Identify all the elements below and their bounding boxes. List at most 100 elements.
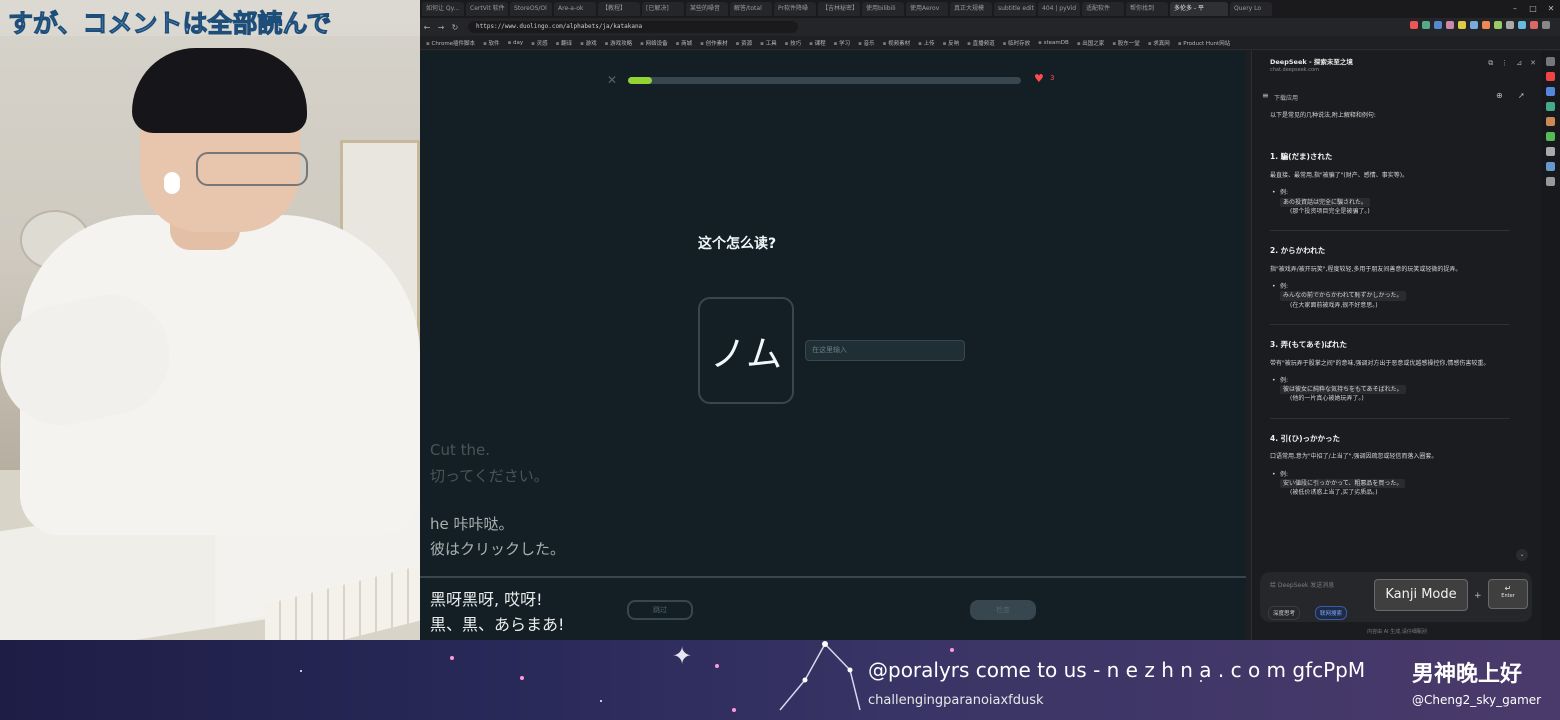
reload-icon[interactable]: ↻: [448, 23, 462, 32]
bookmark[interactable]: 翻译: [556, 39, 572, 47]
extension-icon[interactable]: [1470, 21, 1478, 29]
extension-icon[interactable]: [1542, 21, 1550, 29]
browser-tab[interactable]: 使用Aerov: [906, 2, 948, 16]
open-tab-icon[interactable]: ⧉: [1488, 59, 1493, 68]
check-button[interactable]: 检查: [970, 600, 1036, 620]
rail-icon[interactable]: [1546, 87, 1555, 96]
response-heading: 4. 引(ひ)っかかった: [1270, 433, 1341, 443]
extension-icon[interactable]: [1518, 21, 1526, 29]
browser-tab[interactable]: 使用bilibili: [862, 2, 904, 16]
extension-icon[interactable]: [1434, 21, 1442, 29]
rail-icon[interactable]: [1546, 102, 1555, 111]
bookmark[interactable]: 直播频道: [967, 39, 995, 47]
rail-icon[interactable]: [1546, 177, 1555, 186]
bookmark[interactable]: steamDB: [1038, 40, 1069, 46]
bookmark[interactable]: 临时存放: [1003, 39, 1030, 47]
bookmark[interactable]: 资源: [736, 39, 752, 47]
bookmark[interactable]: 网络设备: [640, 39, 668, 47]
browser-tab-active[interactable]: 多伦多 - 平: [1170, 2, 1228, 16]
browser-tab[interactable]: 404 | pyVid: [1038, 2, 1080, 16]
bookmark[interactable]: 课程: [809, 39, 826, 47]
new-chat-icon[interactable]: ⊕: [1496, 91, 1503, 100]
rail-icon[interactable]: [1546, 57, 1555, 66]
browser-tab[interactable]: CertVit 软件: [466, 2, 508, 16]
browser-tab[interactable]: subtitle edit: [994, 2, 1036, 16]
more-icon[interactable]: ⋮: [1501, 59, 1508, 68]
bookmark[interactable]: 学习: [834, 39, 850, 47]
browser-tab[interactable]: 【教程】: [598, 2, 640, 16]
bookmark[interactable]: 灵感: [531, 39, 548, 47]
rail-icon[interactable]: [1546, 117, 1555, 126]
browser-tab[interactable]: 适配软件: [1082, 2, 1124, 16]
bookmark[interactable]: 软件: [483, 39, 500, 47]
browser-tab[interactable]: [已解决]: [642, 2, 684, 16]
bookmark[interactable]: 股东一堂: [1112, 39, 1140, 47]
response-desc: 口语常用,意为"中招了/上当了",强调因疏忽或轻信而落入圈套。: [1270, 453, 1438, 461]
browser-tab[interactable]: 某些的噪音: [686, 2, 728, 16]
bookmark[interactable]: day: [508, 40, 523, 46]
browser-tab[interactable]: 真正大规模: [950, 2, 992, 16]
extension-icon[interactable]: [1458, 21, 1466, 29]
extension-icon[interactable]: [1506, 21, 1514, 29]
bookmark[interactable]: 音乐: [858, 39, 875, 47]
bookmark[interactable]: 技巧: [785, 39, 801, 47]
share-icon[interactable]: ➚: [1518, 91, 1525, 100]
bookmark[interactable]: Chrome插件脚本: [426, 39, 475, 47]
stream-frame: すが、コメントは全部読んで 如何让 Qy... CertVit 软件 Store…: [0, 0, 1560, 720]
extension-icon[interactable]: [1410, 21, 1418, 29]
close-panel-icon[interactable]: ✕: [1530, 59, 1536, 68]
download-app-link[interactable]: 下载应用: [1274, 93, 1298, 102]
enter-key-label: Enter: [1501, 593, 1515, 599]
deep-think-toggle[interactable]: 深度思考: [1268, 606, 1301, 620]
chat-input-box[interactable]: 给 DeepSeek 发送消息 深度思考 联网搜索 Kanji Mode + ↵…: [1260, 572, 1532, 622]
answer-input[interactable]: 在这里输入: [805, 340, 965, 361]
extension-icon[interactable]: [1422, 21, 1430, 29]
extension-icon[interactable]: [1446, 21, 1454, 29]
tab-strip: 如何让 Qy... CertVit 软件 StoreOS/Ol Are-a-ok…: [420, 0, 1560, 18]
scroll-down-icon[interactable]: ⌄: [1516, 549, 1528, 561]
rail-icon[interactable]: [1546, 72, 1555, 81]
extension-icon[interactable]: [1482, 21, 1490, 29]
browser-tab[interactable]: Are-a-ok: [554, 2, 596, 16]
side-panel-rail: [1541, 51, 1560, 640]
webcam-feed: すが、コメントは全部読んで: [0, 0, 420, 640]
bookmark[interactable]: 游戏: [580, 39, 597, 47]
maximize-icon[interactable]: □: [1524, 0, 1542, 18]
browser-tab[interactable]: 解答/total: [730, 2, 772, 16]
browser-tab[interactable]: Pr软件降噪: [774, 2, 816, 16]
bookmark[interactable]: 商城: [676, 39, 692, 47]
rail-icon[interactable]: [1546, 147, 1555, 156]
browser-tab[interactable]: 帮你找到: [1126, 2, 1168, 16]
browser-tab[interactable]: Query Lo: [1230, 2, 1272, 16]
extension-icon[interactable]: [1530, 21, 1538, 29]
bookmark[interactable]: 工具: [760, 39, 777, 47]
extension-icon[interactable]: [1494, 21, 1502, 29]
bookmark[interactable]: 出国之家: [1077, 39, 1104, 47]
bookmark[interactable]: 反响: [943, 39, 959, 47]
web-search-toggle[interactable]: 联网搜索: [1315, 606, 1348, 620]
rail-icon[interactable]: [1546, 132, 1555, 141]
browser-tab[interactable]: StoreOS/Ol: [510, 2, 552, 16]
bookmark[interactable]: 视频素材: [883, 39, 910, 47]
back-icon[interactable]: ←: [420, 23, 434, 32]
bookmark[interactable]: 游戏攻略: [605, 39, 632, 47]
example-translation: (被低价诱惑上当了,买了劣质品。): [1290, 489, 1378, 497]
menu-icon[interactable]: ≡: [1262, 91, 1269, 100]
bookmark[interactable]: 上传: [918, 39, 935, 47]
bookmark[interactable]: Product Hunt网站: [1178, 39, 1230, 47]
url-field[interactable]: https://www.duolingo.com/alphabets/ja/ka…: [468, 21, 798, 33]
minimize-icon[interactable]: –: [1506, 0, 1524, 18]
bookmark[interactable]: 求真网: [1148, 39, 1170, 47]
forward-icon[interactable]: →: [434, 23, 448, 32]
pin-icon[interactable]: ⊿: [1516, 59, 1522, 68]
close-lesson-icon[interactable]: ✕: [607, 73, 617, 87]
close-window-icon[interactable]: ✕: [1542, 0, 1560, 18]
rail-icon[interactable]: [1546, 162, 1555, 171]
chat-input-placeholder[interactable]: 给 DeepSeek 发送消息: [1270, 580, 1334, 589]
browser-tab[interactable]: 【吉林秘密】: [818, 2, 860, 16]
bookmark[interactable]: 创作素材: [700, 39, 728, 47]
example-japanese: あの投資話は完全に騙された。: [1280, 197, 1371, 207]
skip-button[interactable]: 跳过: [627, 600, 693, 620]
browser-tab[interactable]: 如何让 Qy...: [422, 2, 464, 16]
heart-icon: ♥: [1034, 72, 1044, 85]
